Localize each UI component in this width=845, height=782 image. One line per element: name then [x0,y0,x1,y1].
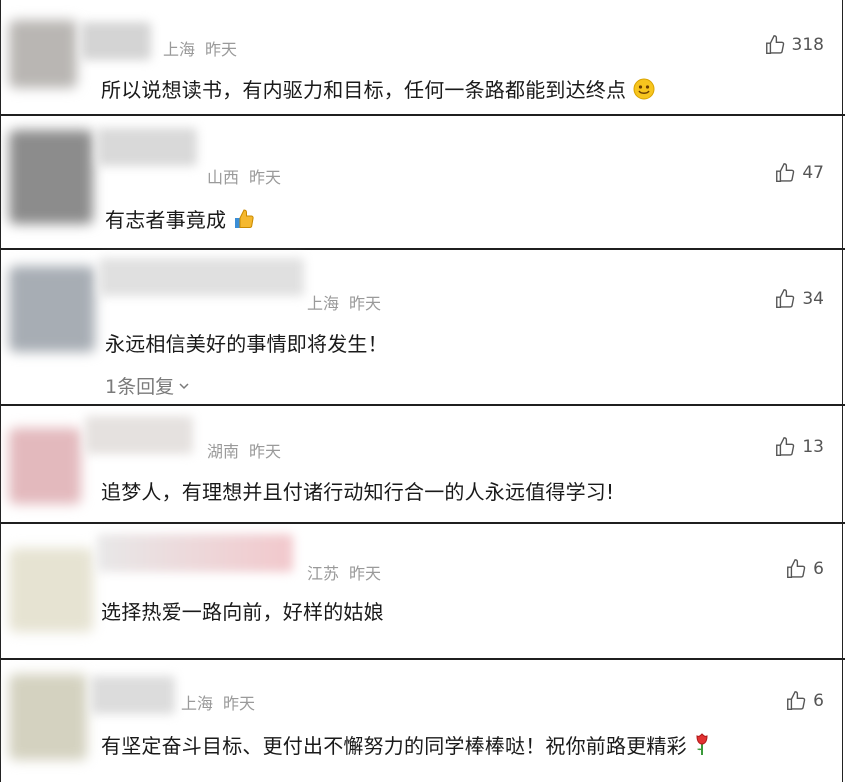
avatar[interactable] [9,130,93,224]
username[interactable] [97,534,293,572]
avatar[interactable] [9,20,77,88]
username[interactable] [97,128,197,166]
smile-emoji-icon [633,78,655,100]
comment-time: 昨天 [349,294,382,313]
avatar[interactable] [9,266,95,352]
like-button[interactable]: 47 [774,162,824,184]
like-count: 47 [802,163,824,183]
comment-location: 江苏 [307,564,340,583]
username[interactable] [91,676,175,714]
comment-time: 昨天 [249,442,282,461]
comment-time: 昨天 [223,694,256,713]
view-replies-link[interactable]: 1条回复 [105,372,190,399]
like-button[interactable]: 13 [774,436,824,458]
like-count: 13 [802,437,824,457]
comment-meta: 上海 昨天 [181,690,255,714]
thumbs-up-icon [776,437,795,456]
comment-meta: 上海 昨天 [163,36,237,60]
like-count: 318 [791,35,824,55]
comment-item: 上海 昨天 34 永远相信美好的事情即将发生！ 1条回复 [1,250,845,406]
comment-text: 有坚定奋斗目标、更付出不懈努力的同学棒棒哒！祝你前路更精彩 [101,730,711,759]
like-button[interactable]: 6 [785,558,824,580]
chevron-down-icon [179,382,189,389]
comment-location: 山西 [207,168,240,187]
comment-time: 昨天 [205,40,238,59]
reply-count-label: 1条回复 [105,376,175,398]
like-count: 34 [802,289,824,309]
comment-meta: 江苏 昨天 [307,560,381,584]
comment-item: 湖南 昨天 13 追梦人，有理想并且付诸行动知行合一的人永远值得学习! [1,406,845,524]
like-count: 6 [813,559,824,579]
comment-item: 上海 昨天 6 有坚定奋斗目标、更付出不懈努力的同学棒棒哒！祝你前路更精彩 [1,660,845,782]
username[interactable] [99,258,304,296]
avatar[interactable] [9,674,87,760]
comment-time: 昨天 [249,168,282,187]
like-button[interactable]: 6 [785,690,824,712]
thumbs-up-emoji-icon [234,209,254,228]
comment-time: 昨天 [349,564,382,583]
comment-text: 有志者事竟成 [105,204,255,233]
comment-location: 湖南 [207,442,240,461]
comment-location: 上海 [181,694,214,713]
comment-item: 上海 昨天 318 所以说想读书，有内驱力和目标，任何一条路都能到达终点 [1,0,845,116]
comment-text: 永远相信美好的事情即将发生！ [105,332,388,356]
avatar[interactable] [9,548,93,632]
comment-item: 山西 昨天 47 有志者事竟成 [1,116,845,250]
thumbs-up-icon [765,35,784,54]
rose-emoji-icon [696,733,708,755]
avatar[interactable] [9,428,81,504]
comment-location: 上海 [307,294,340,313]
comment-meta: 山西 昨天 [207,164,281,188]
comment-text: 所以说想读书，有内驱力和目标，任何一条路都能到达终点 [101,74,655,103]
like-button[interactable]: 318 [764,34,824,56]
comment-location: 上海 [163,40,196,59]
like-count: 6 [813,691,824,711]
comment-item: 江苏 昨天 6 选择热爱一路向前，好样的姑娘 [1,524,845,660]
username[interactable] [81,22,151,60]
thumbs-up-icon [787,691,806,710]
like-button[interactable]: 34 [774,288,824,310]
comment-meta: 上海 昨天 [307,290,381,314]
comment-text: 追梦人，有理想并且付诸行动知行合一的人永远值得学习! [101,480,615,504]
comment-meta: 湖南 昨天 [207,438,281,462]
comment-text: 选择热爱一路向前，好样的姑娘 [101,600,384,624]
username[interactable] [85,416,193,454]
thumbs-up-icon [776,289,795,308]
thumbs-up-icon [787,559,806,578]
thumbs-up-icon [776,163,795,182]
comment-list-frame: 上海 昨天 318 所以说想读书，有内驱力和目标，任何一条路都能到达终点 山西 昨天… [0,0,845,782]
